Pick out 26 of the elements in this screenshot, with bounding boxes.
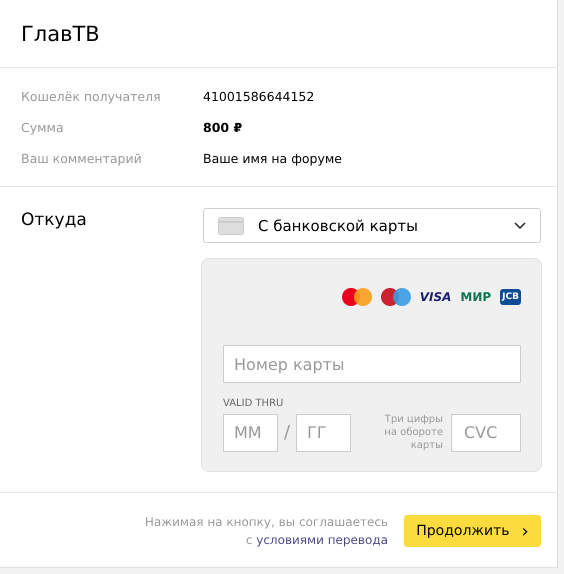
year-field[interactable]: ГГ	[296, 414, 352, 452]
agreement-text: Нажимая на кнопку, вы соглашаетесь с условиями перевода	[144, 514, 388, 549]
page-title: ГлавТВ	[21, 22, 100, 46]
date-separator: /	[284, 422, 290, 443]
detail-label: Сумма	[21, 119, 65, 137]
cvc-field[interactable]: CVC	[451, 414, 521, 452]
cvc-hint: Три цифры на обороте карты	[383, 413, 443, 452]
detail-value: 41001586644152	[203, 88, 316, 106]
terms-link[interactable]: условиями перевода	[256, 533, 388, 547]
card-icon	[218, 216, 244, 234]
mastercard-icon	[342, 288, 372, 306]
jcb-logo: JCB	[500, 289, 521, 305]
detail-label: Кошелёк получателя	[21, 88, 162, 106]
caret-icon	[514, 222, 526, 230]
mir-logo: МИР	[460, 290, 492, 304]
payment-method-dropdown[interactable]: С банковской карты	[203, 208, 541, 243]
detail-value: Ваше имя на форуме	[203, 150, 343, 168]
section-label: Откуда	[21, 210, 88, 232]
visa-logo: VISA	[420, 290, 452, 304]
card-number-field[interactable]: Номер карты	[223, 345, 521, 383]
detail-label: Ваш комментарий	[21, 150, 143, 168]
detail-value: 800 ₽	[203, 119, 244, 137]
continue-button[interactable]: Продолжить ›	[404, 515, 541, 547]
month-field[interactable]: ММ	[223, 414, 278, 452]
maestro-icon	[380, 288, 411, 306]
valid-thru-label: VALID THRU	[223, 398, 284, 409]
